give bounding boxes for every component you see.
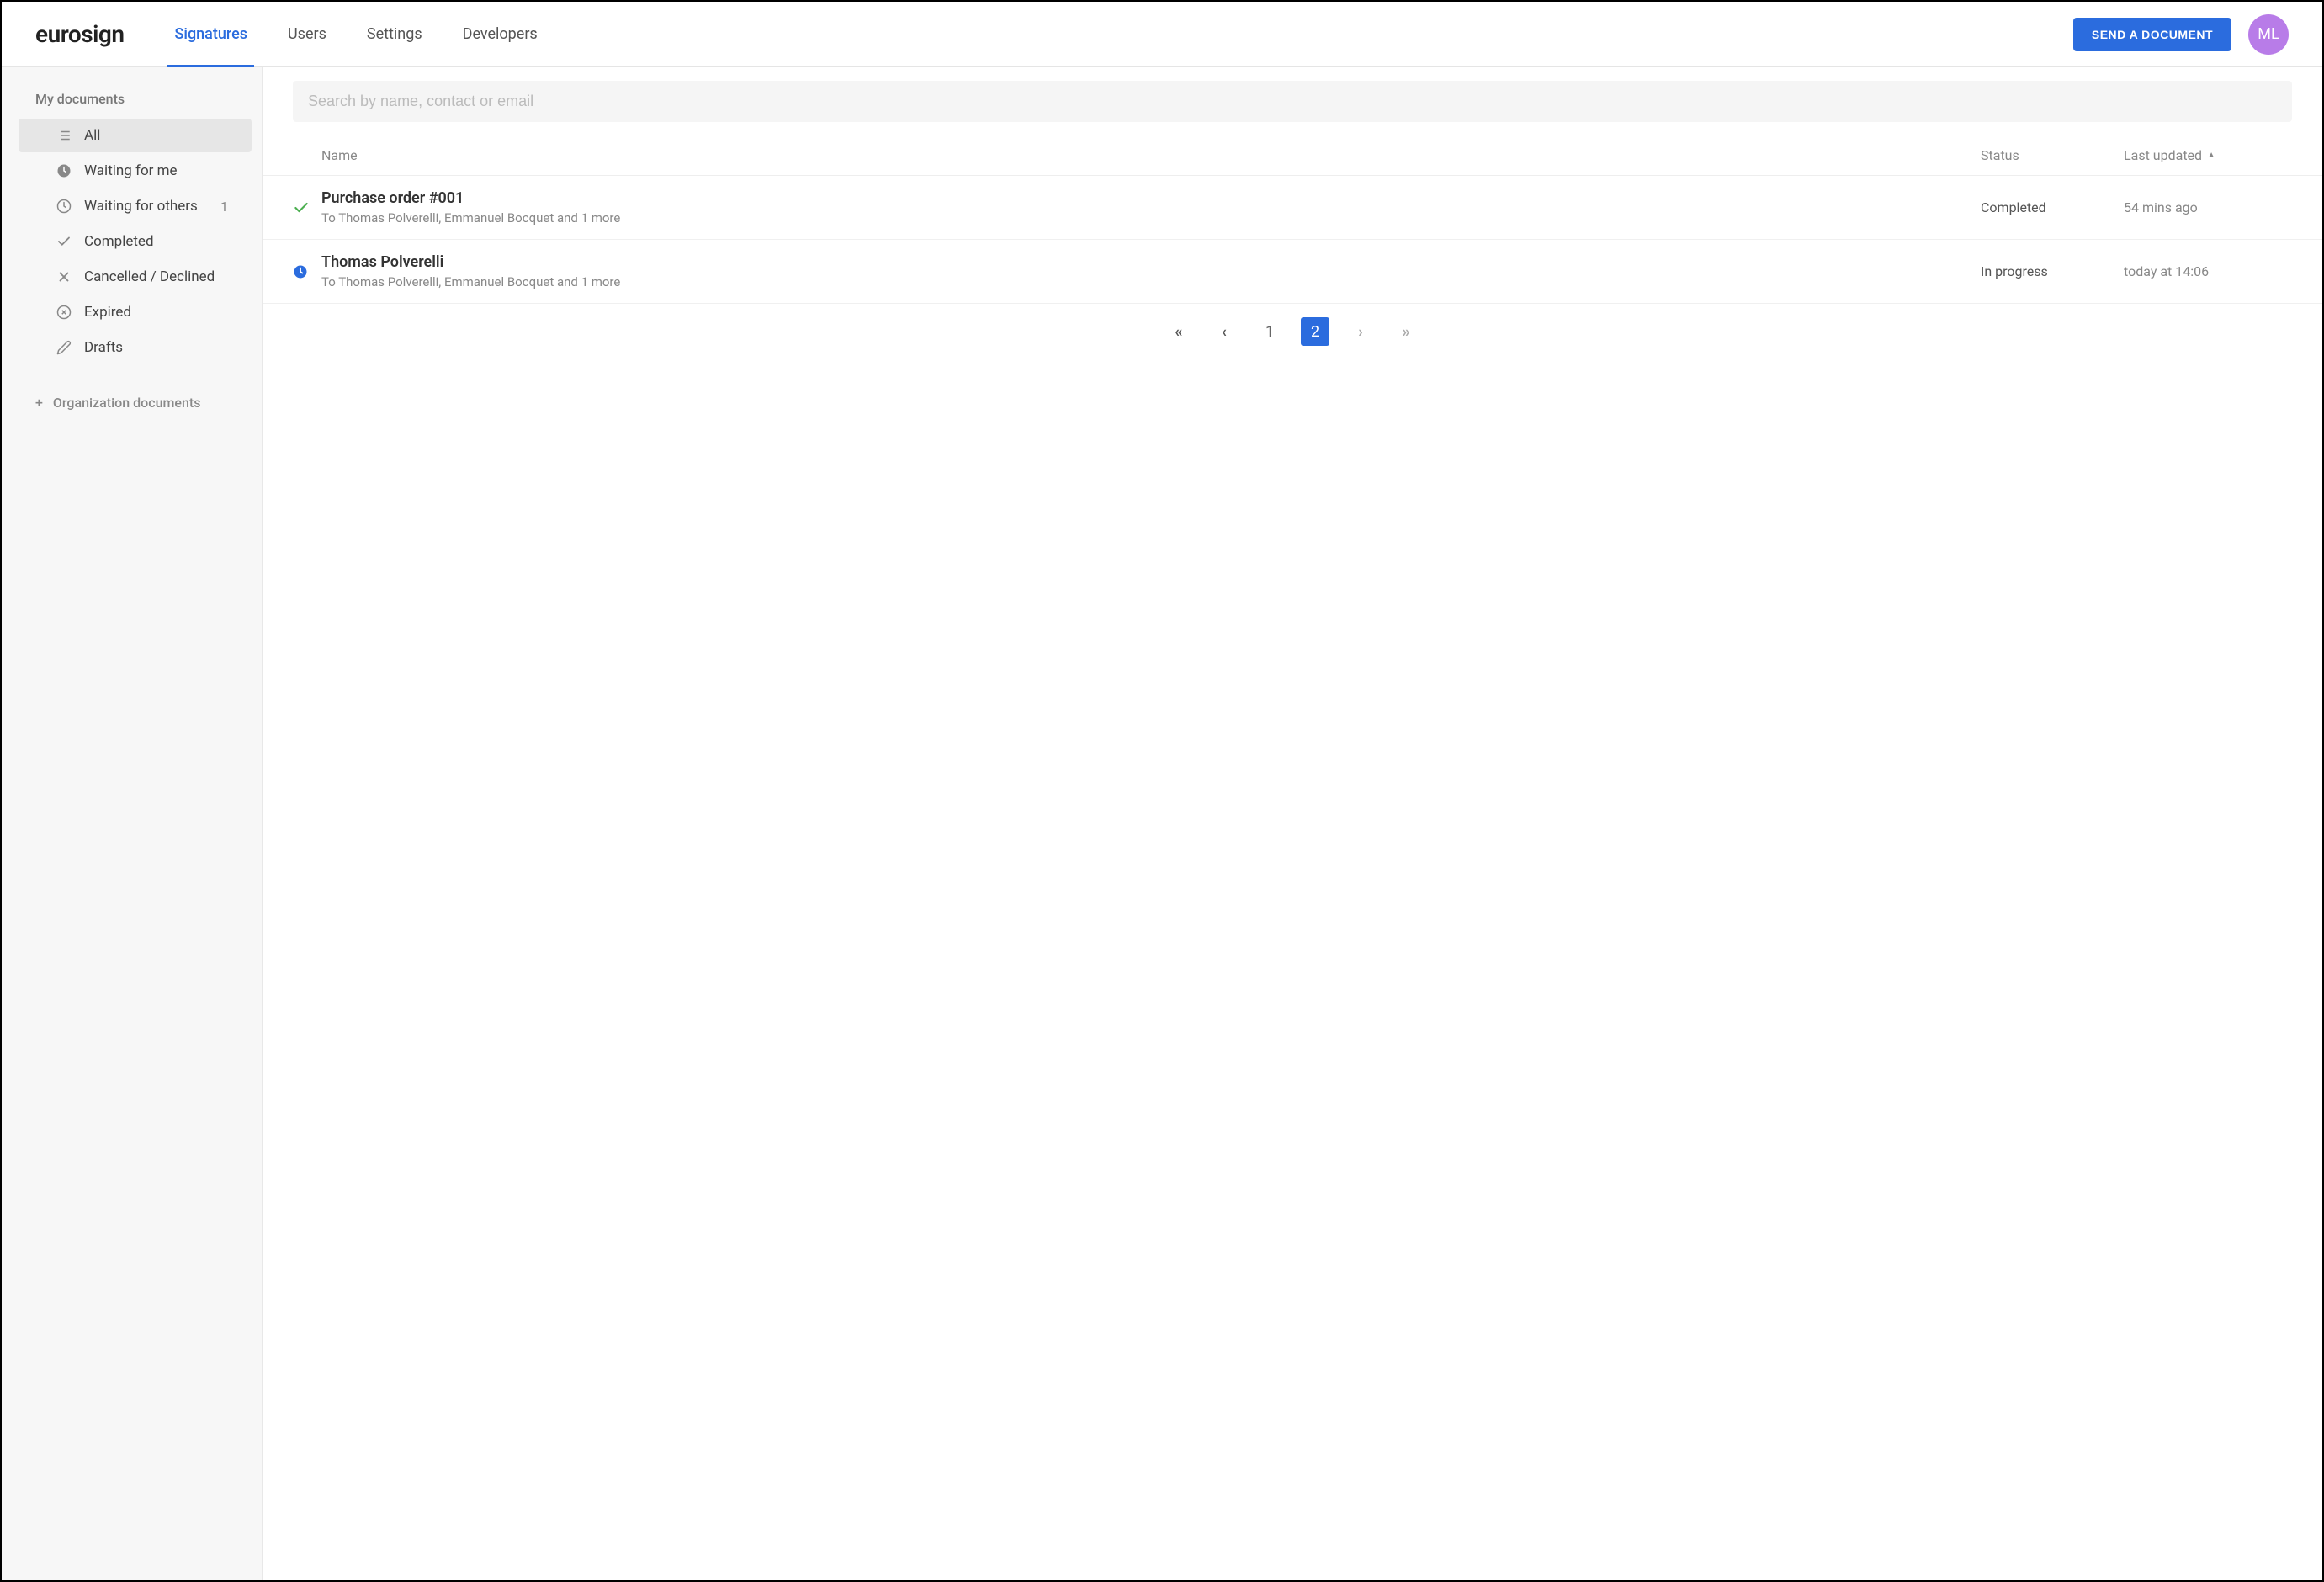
send-document-button[interactable]: SEND A DOCUMENT [2073,18,2231,51]
nav-tab-users[interactable]: Users [288,2,326,66]
x-circle-icon [56,304,72,321]
header: eurosign Signatures Users Settings Develope… [2,2,2322,67]
clock-outline-icon [56,198,72,215]
col-status[interactable]: Status [1981,147,2124,163]
nav-tab-signatures[interactable]: Signatures [174,2,247,66]
table-header: Name Status Last updated ▲ [263,135,2322,176]
row-recipients: To Thomas Polverelli, Emmanuel Bocquet a… [321,274,1981,289]
prev-page-button[interactable]: ‹ [1210,317,1239,346]
main-content: Name Status Last updated ▲ Purchase orde… [263,67,2322,1580]
nav-tabs: Signatures Users Settings Developers [174,2,2072,66]
nav-tab-developers[interactable]: Developers [463,2,538,66]
page-1-button[interactable]: 1 [1255,317,1284,346]
sidebar: My documents All Waiting for me Waiting fo… [2,67,263,1580]
sidebar-item-cancelled-declined[interactable]: Cancelled / Declined [19,260,252,294]
sidebar-item-count: 1 [220,199,228,215]
sidebar-item-all[interactable]: All [19,119,252,152]
row-status: Completed [1981,199,2124,215]
first-page-button[interactable]: « [1165,317,1193,346]
sidebar-item-waiting-for-me[interactable]: Waiting for me [19,154,252,188]
check-icon [293,199,321,216]
nav-tab-settings[interactable]: Settings [367,2,422,66]
list-icon [56,127,72,144]
sidebar-item-label: Completed [84,233,228,250]
row-recipients: To Thomas Polverelli, Emmanuel Bocquet a… [321,210,1981,226]
last-page-button[interactable]: » [1392,317,1420,346]
check-icon [56,233,72,250]
sidebar-item-label: Waiting for others [84,198,220,215]
sidebar-item-expired[interactable]: Expired [19,295,252,329]
row-title: Purchase order #001 [321,189,1981,207]
organization-documents[interactable]: + Organization documents [2,381,262,424]
pagination: « ‹ 12 › » [263,304,2322,366]
clock-solid-icon [56,162,72,179]
row-title: Thomas Polverelli [321,253,1981,271]
next-page-button[interactable]: › [1346,317,1375,346]
col-name[interactable]: Name [321,147,1981,163]
sidebar-item-waiting-for-others[interactable]: Waiting for others1 [19,189,252,223]
x-icon [56,268,72,285]
sort-asc-icon: ▲ [2207,151,2215,160]
search-input[interactable] [293,81,2292,122]
sidebar-title: My documents [2,91,262,119]
col-updated[interactable]: Last updated ▲ [2124,147,2292,163]
documents-table: Name Status Last updated ▲ Purchase orde… [263,135,2322,1580]
sidebar-item-label: Drafts [84,339,228,356]
sidebar-item-completed[interactable]: Completed [19,225,252,258]
sidebar-item-drafts[interactable]: Drafts [19,331,252,364]
sidebar-item-label: Cancelled / Declined [84,268,228,285]
plus-icon: + [35,395,43,411]
row-status: In progress [1981,263,2124,279]
org-docs-label: Organization documents [53,395,201,411]
sidebar-item-label: Expired [84,304,228,321]
sidebar-item-label: All [84,127,228,144]
row-updated: 54 mins ago [2124,199,2292,215]
table-row[interactable]: Purchase order #001 To Thomas Polverelli,… [263,176,2322,240]
clock-solid-icon [293,264,321,279]
sidebar-item-label: Waiting for me [84,162,228,179]
user-avatar[interactable]: ML [2248,14,2289,55]
brand-logo: eurosign [35,20,124,48]
page-2-button[interactable]: 2 [1301,317,1329,346]
pencil-icon [56,339,72,356]
row-updated: today at 14:06 [2124,263,2292,279]
table-row[interactable]: Thomas Polverelli To Thomas Polverelli, E… [263,240,2322,304]
